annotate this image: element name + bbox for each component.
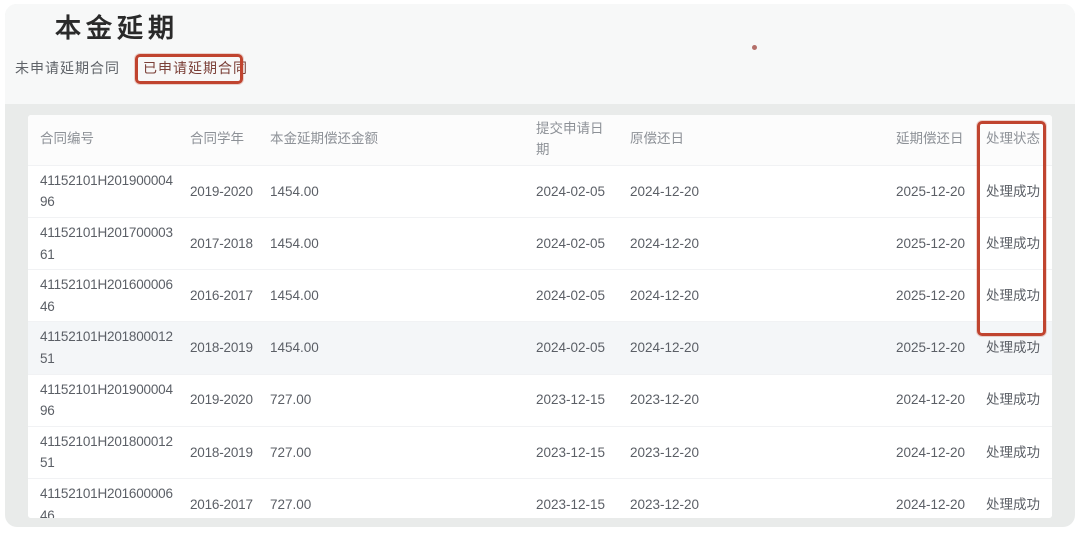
cell-original-date: 2024-12-20 [618,218,884,270]
cell-apply-date: 2024-02-05 [524,218,618,270]
table-row: 41152101H20180001251 2018-2019 1454.00 2… [28,322,1052,374]
tab-not-applied-contracts[interactable]: 未申请延期合同 [15,58,120,78]
cell-status: 处理成功 [974,322,1052,374]
table-row: 41152101H20170000361 2017-2018 1454.00 2… [28,218,1052,270]
column-header-defer-amount: 本金延期偿还金额 [258,115,524,165]
cell-deferred-date: 2025-12-20 [884,270,974,322]
cell-apply-date: 2023-12-15 [524,478,618,518]
column-header-status: 处理状态 [974,115,1052,165]
cell-defer-amount: 727.00 [258,426,524,478]
cell-status: 处理成功 [974,426,1052,478]
cell-original-date: 2024-12-20 [618,165,884,217]
cell-apply-date: 2023-12-15 [524,426,618,478]
cell-defer-amount: 1454.00 [258,165,524,217]
column-header-original-date: 原偿还日 [618,115,884,165]
cell-deferred-date: 2024-12-20 [884,426,974,478]
cell-contract-year: 2016-2017 [178,478,258,518]
deferment-table: 合同编号 合同学年 本金延期偿还金额 提交申请日期 原偿还日 延期偿还日 处理状… [28,115,1052,518]
cell-contract-no: 41152101H20180001251 [28,322,178,374]
table-body: 41152101H20190000496 2019-2020 1454.00 2… [28,165,1052,518]
table-card: 合同编号 合同学年 本金延期偿还金额 提交申请日期 原偿还日 延期偿还日 处理状… [28,115,1052,518]
cell-original-date: 2024-12-20 [618,270,884,322]
cell-defer-amount: 1454.00 [258,322,524,374]
cell-apply-date: 2024-02-05 [524,322,618,374]
table-header: 合同编号 合同学年 本金延期偿还金额 提交申请日期 原偿还日 延期偿还日 处理状… [28,115,1052,165]
cell-status: 处理成功 [974,218,1052,270]
cell-contract-no: 41152101H20190000496 [28,165,178,217]
cell-contract-year: 2016-2017 [178,270,258,322]
page-title: 本金延期 [55,8,179,45]
cell-deferred-date: 2024-12-20 [884,478,974,518]
cursor-mark-dot [752,45,757,50]
table-row: 41152101H20190000496 2019-2020 727.00 20… [28,374,1052,426]
column-header-contract-no: 合同编号 [28,115,178,165]
column-header-deferred-date: 延期偿还日 [884,115,974,165]
table-row: 41152101H20160000646 2016-2017 727.00 20… [28,478,1052,518]
cell-contract-year: 2018-2019 [178,322,258,374]
cell-original-date: 2023-12-20 [618,426,884,478]
cell-defer-amount: 1454.00 [258,218,524,270]
table-row: 41152101H20190000496 2019-2020 1454.00 2… [28,165,1052,217]
cell-status: 处理成功 [974,374,1052,426]
cell-contract-no: 41152101H20180001251 [28,426,178,478]
cell-contract-no: 41152101H20190000496 [28,374,178,426]
column-header-contract-year: 合同学年 [178,115,258,165]
cell-contract-year: 2019-2020 [178,374,258,426]
cell-contract-no: 41152101H20160000646 [28,270,178,322]
cell-apply-date: 2024-02-05 [524,270,618,322]
cell-original-date: 2024-12-20 [618,322,884,374]
cell-defer-amount: 727.00 [258,374,524,426]
cell-apply-date: 2023-12-15 [524,374,618,426]
cell-contract-year: 2019-2020 [178,165,258,217]
cell-contract-year: 2017-2018 [178,218,258,270]
cell-status: 处理成功 [974,165,1052,217]
cell-deferred-date: 2024-12-20 [884,374,974,426]
cell-apply-date: 2024-02-05 [524,165,618,217]
cell-status: 处理成功 [974,270,1052,322]
cell-defer-amount: 1454.00 [258,270,524,322]
cell-contract-year: 2018-2019 [178,426,258,478]
cell-deferred-date: 2025-12-20 [884,218,974,270]
cell-original-date: 2023-12-20 [618,374,884,426]
cell-original-date: 2023-12-20 [618,478,884,518]
cell-contract-no: 41152101H20170000361 [28,218,178,270]
tab-applied-contracts[interactable]: 已申请延期合同 [143,58,248,78]
table-row: 41152101H20180001251 2018-2019 727.00 20… [28,426,1052,478]
cell-deferred-date: 2025-12-20 [884,322,974,374]
cell-contract-no: 41152101H20160000646 [28,478,178,518]
column-header-apply-date: 提交申请日期 [524,115,618,165]
cell-status: 处理成功 [974,478,1052,518]
cell-defer-amount: 727.00 [258,478,524,518]
cell-deferred-date: 2025-12-20 [884,165,974,217]
table-row: 41152101H20160000646 2016-2017 1454.00 2… [28,270,1052,322]
app-window: 本金延期 未申请延期合同 已申请延期合同 合同编号 合同学年 本金延期偿还金额 … [0,0,1080,534]
